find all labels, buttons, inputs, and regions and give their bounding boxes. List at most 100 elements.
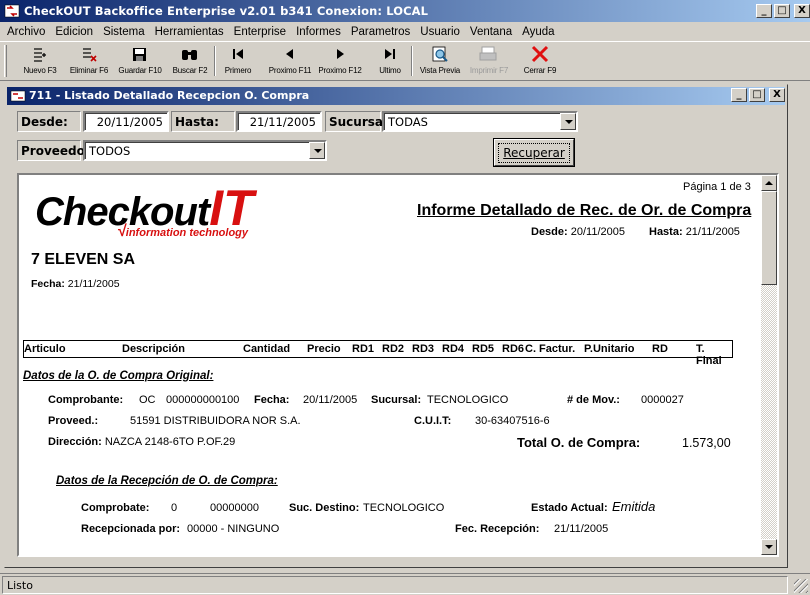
menu-usuario[interactable]: Usuario <box>415 26 465 38</box>
vista-previa-label: Vista Previa <box>419 66 461 75</box>
total-oc-value: 1.573,00 <box>682 436 731 450</box>
buscar-button[interactable]: Buscar F2 <box>168 44 212 80</box>
next-icon <box>337 49 344 59</box>
comprobante-type: OC <box>139 394 156 406</box>
report-preview[interactable]: CheckoutIT √information technology Págin… <box>17 173 779 557</box>
proximo-f11-button[interactable]: Proximo F11 <box>266 44 314 80</box>
status-text: Listo <box>2 576 788 594</box>
direccion-row: Dirección: NAZCA 2148-6TO P.OF.29 <box>48 436 235 448</box>
recepcionada-label: Recepcionada por: <box>81 523 181 535</box>
col-rd3: RD3 <box>412 343 435 355</box>
section-recepcion-title: Datos de la Recepción de O. de Compra: <box>56 475 278 487</box>
estado-label: Estado Actual: <box>531 502 608 514</box>
app-title: CheckOUT Backoffice Enterprise v2.01 b34… <box>24 4 429 18</box>
close-button[interactable]: X <box>794 4 810 18</box>
resize-grip-icon[interactable] <box>794 579 808 593</box>
report-fecha-value: 21/11/2005 <box>67 278 120 290</box>
child-close-button[interactable]: X <box>769 88 785 102</box>
logo-subtitle-text: information technology <box>125 227 249 239</box>
proveed-label: Proveed.: <box>48 415 99 427</box>
hasta-field[interactable]: 21/11/2005 <box>236 111 322 132</box>
scroll-down-icon[interactable] <box>761 539 777 555</box>
toolbar-grip[interactable] <box>4 45 7 77</box>
scroll-thumb[interactable] <box>761 191 777 285</box>
report-desde-value: 20/11/2005 <box>570 226 625 238</box>
app-title-bar: CheckOUT Backoffice Enterprise v2.01 b34… <box>0 0 810 22</box>
report-date-range: Desde: 20/11/2005 <box>531 226 625 238</box>
minimize-button[interactable]: _ <box>756 4 772 18</box>
report-fecha-label: Fecha: <box>31 278 65 290</box>
nuevo-button[interactable]: Nuevo F3 <box>18 44 62 80</box>
col-rd4: RD4 <box>442 343 465 355</box>
proveed-value: 51591 DISTRIBUIDORA NOR S.A. <box>130 415 301 427</box>
buscar-label: Buscar F2 <box>172 66 208 75</box>
cerrar-label: Cerrar F9 <box>523 66 557 75</box>
menu-herramientas[interactable]: Herramientas <box>150 26 229 38</box>
proveedor-select[interactable]: TODOS <box>83 140 327 161</box>
eliminar-label: Eliminar F6 <box>69 66 109 75</box>
col-c-factur: C. Factur. <box>525 343 576 355</box>
child-window-controls: _ □ X <box>731 88 785 102</box>
menu-enterprise[interactable]: Enterprise <box>229 26 291 38</box>
proximo-f11-label: Proximo F11 <box>268 66 312 75</box>
fec-recepcion-label: Fec. Recepción: <box>455 523 540 535</box>
mov-label: # de Mov.: <box>567 394 620 406</box>
fec-recepcion-value: 21/11/2005 <box>554 523 609 535</box>
toolbar-separator <box>214 46 216 76</box>
total-oc-label: Total O. de Compra: <box>517 435 641 450</box>
report-desde-label: Desde: <box>531 226 568 238</box>
sucursal-dropdown-icon[interactable] <box>560 113 576 130</box>
eliminar-button[interactable]: Eliminar F6 <box>66 44 112 80</box>
report-window: 711 - Listado Detallado Recepcion O. Com… <box>4 84 788 568</box>
new-document-icon <box>34 48 46 62</box>
menu-archivo[interactable]: Archivo <box>2 26 50 38</box>
report-title: Informe Detallado de Rec. de Or. de Comp… <box>417 202 752 219</box>
menu-informes[interactable]: Informes <box>291 26 346 38</box>
oc-sucursal-label: Sucursal: <box>371 394 422 406</box>
child-maximize-button[interactable]: □ <box>749 88 765 102</box>
oc-fecha-value: 20/11/2005 <box>303 394 358 406</box>
proveedor-dropdown-icon[interactable] <box>309 142 325 159</box>
proveedor-label: Proveedor: <box>17 140 96 161</box>
col-precio: Precio <box>307 343 341 355</box>
ultimo-label: Ultimo <box>379 66 401 75</box>
imprimir-button[interactable]: Imprimir F7 <box>466 44 512 80</box>
report-page: CheckoutIT √information technology Págin… <box>19 175 761 555</box>
direccion-value: NAZCA 2148-6TO P.OF.29 <box>104 436 236 448</box>
comprobate-label: Comprobate: <box>81 502 150 514</box>
menu-edicion[interactable]: Edicion <box>50 26 98 38</box>
desde-field[interactable]: 20/11/2005 <box>83 111 169 132</box>
direccion-label: Dirección: <box>48 436 102 448</box>
col-rd2: RD2 <box>382 343 405 355</box>
col-cantidad: Cantidad <box>243 343 291 355</box>
report-vertical-scrollbar[interactable] <box>761 175 777 555</box>
imprimir-label: Imprimir F7 <box>469 66 509 75</box>
maximize-button[interactable]: □ <box>774 4 790 18</box>
menu-sistema[interactable]: Sistema <box>98 26 150 38</box>
vista-previa-button[interactable]: Vista Previa <box>416 44 464 80</box>
menu-ayuda[interactable]: Ayuda <box>517 26 559 38</box>
table-header: Articulo Descripción Cantidad Precio RD1… <box>23 340 733 367</box>
scroll-up-icon[interactable] <box>761 175 777 191</box>
primero-button[interactable]: Primero <box>218 44 258 80</box>
report-fecha: Fecha: 21/11/2005 <box>31 278 120 290</box>
menu-parametros[interactable]: Parametros <box>346 26 415 38</box>
menu-ventana[interactable]: Ventana <box>465 26 517 38</box>
toolbar: Nuevo F3 Eliminar F6 Guardar F10 Buscar … <box>0 41 810 81</box>
oc-sucursal-value: TECNOLOGICO <box>427 394 509 406</box>
proximo-f12-button[interactable]: Proximo F12 <box>316 44 364 80</box>
child-minimize-button[interactable]: _ <box>731 88 747 102</box>
cerrar-button[interactable]: Cerrar F9 <box>518 44 562 80</box>
desde-label: Desde: <box>17 111 81 132</box>
suc-destino-label: Suc. Destino: <box>289 502 360 514</box>
recuperar-button[interactable]: Recuperar <box>494 139 574 166</box>
primero-label: Primero <box>224 66 252 75</box>
guardar-label: Guardar F10 <box>118 66 162 75</box>
proximo-f12-label: Proximo F12 <box>318 66 362 75</box>
comprobante-number: 000000000100 <box>166 394 240 406</box>
save-icon <box>133 48 146 61</box>
sucursal-select[interactable]: TODAS <box>382 111 578 132</box>
guardar-button[interactable]: Guardar F10 <box>116 44 164 80</box>
ultimo-button[interactable]: Ultimo <box>372 44 408 80</box>
col-p-unitario: P.Unitario <box>584 343 635 355</box>
